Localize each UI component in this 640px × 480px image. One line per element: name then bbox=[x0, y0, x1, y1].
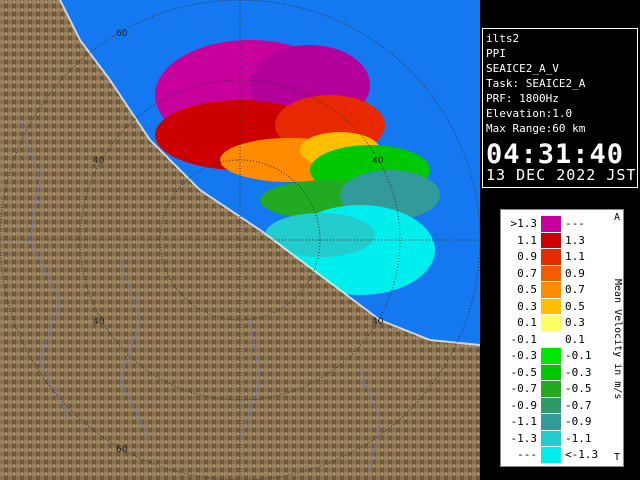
range-label: 60 bbox=[116, 445, 128, 455]
legend-row: 0.1 0.3 bbox=[501, 315, 601, 331]
legend-row-lower: >1.3 bbox=[510, 217, 538, 230]
legend-row: --- <-1.3 bbox=[501, 447, 601, 463]
legend-row-lower: 1.1 bbox=[517, 233, 537, 247]
legend-swatch bbox=[541, 348, 561, 364]
legend-row-lower: 0.9 bbox=[517, 250, 537, 263]
legend-row: >1.3 --- bbox=[501, 216, 601, 232]
scan-mode: PPI bbox=[486, 47, 506, 60]
legend-swatch bbox=[541, 381, 561, 397]
legend-row: 0.5 0.7 bbox=[501, 282, 601, 298]
legend-row-upper: 1.3 bbox=[565, 233, 585, 247]
legend-swatch bbox=[541, 430, 561, 447]
legend-title-text: Mean Velocity in m/s bbox=[612, 279, 623, 400]
prf-value: PRF: 1800Hz bbox=[486, 92, 559, 105]
legend-row: 0.9 1.1 bbox=[501, 249, 601, 265]
legend-row: -1.3 -1.1 bbox=[501, 430, 601, 447]
legend-row-upper: -0.1 bbox=[565, 349, 592, 362]
legend-row-upper: -0.9 bbox=[565, 415, 592, 428]
legend-swatch bbox=[541, 232, 561, 249]
legend-swatch bbox=[541, 249, 561, 265]
legend-row-upper: -1.1 bbox=[565, 431, 592, 445]
legend-row: -0.9 -0.7 bbox=[501, 397, 601, 414]
legend-swatch bbox=[541, 216, 561, 232]
legend-row-lower: -0.7 bbox=[510, 382, 538, 395]
legend-row-upper: -0.3 bbox=[565, 365, 592, 379]
legend-row-upper: <-1.3 bbox=[565, 448, 599, 461]
range-label: 40 bbox=[372, 317, 384, 327]
legend-swatch bbox=[541, 414, 561, 430]
legend-row-upper: 0.7 bbox=[565, 283, 585, 296]
legend-swatch bbox=[541, 282, 561, 298]
range-label: 40 bbox=[372, 156, 384, 166]
max-range-value: Max Range:60 km bbox=[486, 122, 586, 135]
legend-swatch bbox=[541, 315, 561, 331]
legend-row-upper: -0.5 bbox=[565, 382, 592, 395]
legend-row: -0.1 0.1 bbox=[501, 331, 601, 348]
legend-row-lower: 0.5 bbox=[517, 283, 537, 296]
legend-swatch bbox=[541, 397, 561, 414]
legend-row: -1.1 -0.9 bbox=[501, 414, 601, 430]
legend-row-upper: 0.3 bbox=[565, 316, 585, 329]
legend-row-upper: 0.5 bbox=[565, 299, 585, 313]
site-name: ilts2 bbox=[486, 32, 520, 45]
legend-row-lower: -1.1 bbox=[510, 415, 538, 428]
legend-title: Mean Velocity in m/s bbox=[612, 214, 626, 464]
legend-row-lower: -1.3 bbox=[510, 431, 538, 445]
legend-row: -0.7 -0.5 bbox=[501, 381, 601, 397]
legend-row-lower: 0.1 bbox=[517, 316, 537, 329]
legend-row: -0.5 -0.3 bbox=[501, 364, 601, 381]
elevation-value: Elevation:1.0 bbox=[486, 107, 573, 120]
legend-row-upper: --- bbox=[565, 217, 585, 230]
velocity-color-legend: >1.3 --- 1.1 1.3 0.9 1.1 0.7 0.9 0.5 0.7 0.3 0.5 0.1… bbox=[500, 209, 624, 467]
legend-row: 0.3 0.5 bbox=[501, 298, 601, 315]
legend-top-tag: A bbox=[614, 212, 621, 223]
legend-bottom-tag: T bbox=[614, 452, 621, 463]
radar-info-box: ilts2 PPI SEAICE2_A_V Task: SEAICE2_A PR… bbox=[482, 28, 638, 188]
legend-swatch bbox=[541, 265, 561, 282]
legend-swatch bbox=[541, 331, 561, 348]
legend-row-upper: -0.7 bbox=[565, 398, 592, 412]
legend-row: -0.3 -0.1 bbox=[501, 348, 601, 364]
side-panel: ilts2 PPI SEAICE2_A_V Task: SEAICE2_A PR… bbox=[480, 0, 640, 480]
legend-swatch bbox=[541, 298, 561, 315]
legend-row-lower: 0.7 bbox=[517, 266, 537, 280]
legend-row-lower: -0.3 bbox=[510, 349, 538, 362]
legend-row: 0.7 0.9 bbox=[501, 265, 601, 282]
range-label: 60 bbox=[116, 29, 128, 39]
task-name: Task: SEAICE2_A bbox=[486, 77, 586, 90]
legend-row-upper: 1.1 bbox=[565, 250, 585, 263]
legend-row-lower: -0.5 bbox=[510, 365, 538, 379]
range-label: 40 bbox=[93, 317, 105, 327]
range-label: 40 bbox=[93, 156, 105, 166]
product-name: SEAICE2_A_V bbox=[486, 62, 559, 75]
legend-swatch bbox=[541, 364, 561, 381]
legend-row-lower: --- bbox=[517, 448, 537, 461]
legend-row-lower: -0.9 bbox=[510, 398, 538, 412]
legend-row-lower: -0.1 bbox=[510, 332, 538, 346]
legend-row: 1.1 1.3 bbox=[501, 232, 601, 249]
legend-row-upper: 0.9 bbox=[565, 266, 585, 280]
legend-swatch bbox=[541, 447, 561, 463]
legend-row-upper: 0.1 bbox=[565, 332, 585, 346]
legend-row-lower: 0.3 bbox=[517, 299, 537, 313]
radar-ppi-display[interactable]: 60 40 40 40 40 60 bbox=[0, 0, 480, 480]
scan-date: 13 DEC 2022 JST bbox=[486, 166, 637, 184]
